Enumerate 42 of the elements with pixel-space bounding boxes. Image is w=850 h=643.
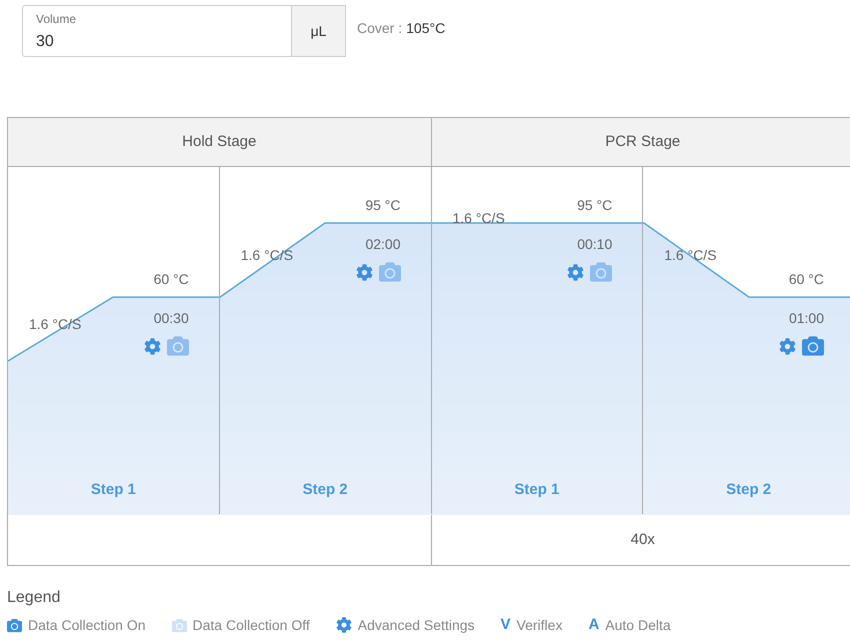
unit-addon: μL <box>292 5 346 57</box>
stage-header: PCR Stage <box>432 118 850 167</box>
step-temperature: 95 °C <box>577 197 612 214</box>
step-label: Step 2 <box>302 480 349 500</box>
step-label: Step 1 <box>513 480 560 500</box>
step-label: Step 1 <box>90 480 137 500</box>
legend-title: Legend <box>7 588 60 608</box>
legend-label: Advanced Settings <box>358 616 475 634</box>
ramp-rate: 1.6 °C/S <box>452 210 505 226</box>
gear-icon[interactable] <box>356 264 372 281</box>
camera-icon[interactable] <box>378 261 400 284</box>
gear-icon <box>336 617 352 633</box>
stage-header: Hold Stage <box>8 118 432 167</box>
step-temperature: 60 °C <box>154 271 189 288</box>
step-time: 02:00 <box>365 236 400 252</box>
step-temperature: 60 °C <box>788 271 824 288</box>
legend-symbol: A <box>588 616 600 634</box>
camera-icon[interactable] <box>802 335 824 358</box>
legend-symbol: V <box>500 616 511 634</box>
cover-value: 105°C <box>406 18 446 38</box>
step-time: 01:00 <box>788 310 824 326</box>
legend-label: Data Collection Off <box>192 616 310 634</box>
field-label: Volume <box>36 11 78 28</box>
step-time: 00:10 <box>577 236 612 252</box>
cycle-count: 40x <box>630 530 655 550</box>
step-time: 00:30 <box>154 310 189 326</box>
step-label: Step 2 <box>725 480 772 500</box>
camera-icon[interactable] <box>166 335 189 358</box>
volume-field[interactable]: Volume 30 <box>22 5 292 57</box>
step-temperature: 95 °C <box>365 197 400 214</box>
gear-icon[interactable] <box>567 264 584 281</box>
legend-label: Data Collection On <box>28 616 146 634</box>
camera-icon <box>172 618 187 632</box>
camera-icon[interactable] <box>590 261 612 284</box>
legend-label: Auto Delta <box>605 616 671 634</box>
field-value: 30 <box>36 32 55 52</box>
gear-icon[interactable] <box>779 338 796 355</box>
camera-icon <box>7 618 22 632</box>
ramp-rate: 1.6 °C/S <box>664 247 717 264</box>
gear-icon[interactable] <box>144 338 161 355</box>
cover-label: Cover : <box>357 18 402 38</box>
legend-label: Veriflex <box>516 616 562 634</box>
